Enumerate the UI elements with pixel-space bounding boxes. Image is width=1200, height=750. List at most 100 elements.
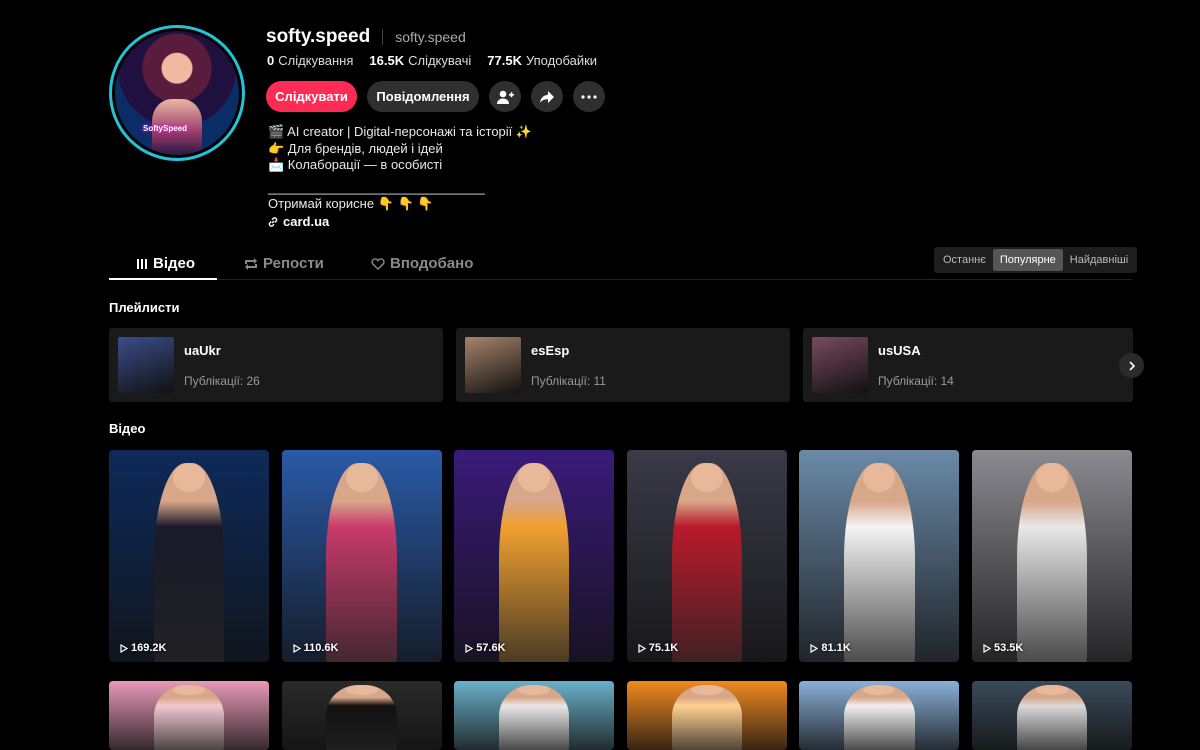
stat-label: Слідкування	[278, 53, 354, 68]
grid-icon	[137, 258, 147, 269]
playlist-count: Публікації: 14	[878, 374, 954, 388]
stat-value: 77.5K	[487, 53, 522, 68]
video-views-count: 53.5K	[994, 642, 1024, 654]
play-icon	[120, 643, 128, 653]
video-thumbnail[interactable]: 81.1K	[799, 450, 960, 662]
video-thumbnail[interactable]	[972, 681, 1132, 750]
playlist-card[interactable]: esEsp Публікації: 11	[456, 328, 790, 402]
video-thumbnail[interactable]: 169.2K	[109, 450, 269, 662]
bio-rule: ______________________________	[268, 179, 485, 195]
video-subject-face	[690, 462, 723, 493]
video-views-count: 110.6K	[303, 642, 339, 654]
bio-link-text: card.ua	[283, 214, 330, 229]
share-icon	[540, 90, 554, 103]
sort-toggle: Останнє Популярне Найдавніші	[934, 247, 1138, 273]
tab-liked[interactable]: Вподобано	[371, 255, 473, 272]
video-thumbnail[interactable]: 57.6K	[454, 450, 615, 662]
profile-avatar[interactable]: SoftySpeed	[109, 25, 245, 161]
video-subject	[498, 685, 570, 750]
video-views-count: 169.2K	[131, 642, 167, 654]
stat-following[interactable]: 0 Слідкування	[267, 53, 353, 68]
video-subject	[844, 685, 915, 750]
video-subject-face	[1036, 685, 1068, 695]
video-views-count: 75.1K	[648, 642, 679, 654]
stat-label: Уподобайки	[525, 53, 598, 68]
video-subject-face	[518, 685, 551, 695]
bio-cta: Отримай корисне 👇 👇 👇	[268, 196, 434, 212]
video-thumbnail[interactable]	[626, 681, 787, 750]
video-thumbnail[interactable]: 75.1K	[626, 450, 787, 662]
video-subject	[1016, 462, 1088, 662]
video-views-count: 81.1K	[821, 642, 851, 654]
sort-popular[interactable]: Популярне	[992, 249, 1063, 271]
playlist-name: esEsp	[531, 343, 570, 358]
add-friend-icon	[497, 90, 514, 104]
add-friend-button[interactable]	[489, 81, 521, 112]
tab-videos[interactable]: Відео	[136, 255, 195, 272]
stat-likes: 77.5K Уподобайки	[487, 53, 597, 68]
profile-stats: 0 Слідкування 16.5K Слідкувачі 77.5K Уподоб…	[267, 53, 597, 68]
play-icon	[983, 643, 991, 653]
play-icon	[465, 643, 474, 653]
video-views: 57.6K	[465, 642, 506, 654]
follow-button[interactable]: Слідкувати	[266, 81, 357, 112]
stat-followers[interactable]: 16.5K Слідкувачі	[369, 53, 471, 68]
playlist-card[interactable]: uaUkr Публікації: 26	[109, 328, 443, 402]
tab-label: Вподобано	[390, 255, 474, 272]
playlists-title: Плейлисти	[109, 300, 180, 315]
video-subject	[153, 685, 225, 750]
chevron-right-icon	[1128, 360, 1135, 371]
videos-title: Відео	[109, 421, 146, 436]
more-icon	[581, 94, 597, 99]
tab-reposts[interactable]: Репости	[244, 255, 324, 272]
video-views: 53.5K	[983, 642, 1023, 654]
video-views-count: 57.6K	[476, 642, 506, 654]
video-subject-face	[173, 462, 205, 493]
repost-icon	[245, 257, 257, 270]
stat-label: Слідкувачі	[408, 53, 472, 68]
avatar-label: SoftySpeed	[143, 124, 188, 133]
video-views: 81.1K	[810, 642, 851, 654]
bio-link[interactable]: card.ua	[267, 214, 329, 229]
play-icon	[638, 643, 646, 653]
more-button[interactable]	[573, 81, 605, 112]
bio-line: 👉 Для брендів, людей і ідей	[268, 140, 443, 156]
sort-oldest[interactable]: Найдавніші	[1063, 249, 1135, 271]
video-subject	[326, 462, 397, 662]
playlist-count: Публікації: 11	[531, 374, 606, 388]
video-subject	[498, 462, 570, 662]
video-thumbnail[interactable]	[799, 681, 960, 750]
bio-line: 📩 Колаборації — в особисті	[268, 157, 443, 173]
video-views: 75.1K	[638, 642, 678, 654]
stat-value: 16.5K	[369, 53, 405, 68]
video-subject-face	[1036, 462, 1068, 493]
playlist-thumbnail	[118, 337, 174, 393]
liked-icon	[371, 257, 385, 270]
sort-latest[interactable]: Останнє	[936, 249, 993, 271]
play-icon	[810, 643, 819, 653]
video-subject	[326, 685, 397, 750]
video-subject-face	[690, 685, 723, 695]
share-button[interactable]	[531, 81, 563, 112]
video-subject	[153, 462, 225, 662]
profile-name-row: softy.speed softy.speed	[266, 26, 466, 48]
playlist-card[interactable]: usUSA Публікації: 14	[803, 328, 1133, 402]
video-subject	[671, 685, 742, 750]
play-icon	[292, 643, 301, 653]
video-thumbnail[interactable]	[454, 681, 615, 750]
active-tab-indicator	[109, 278, 217, 280]
playlist-count: Публікації: 26	[184, 374, 260, 388]
playlist-thumbnail	[812, 337, 868, 393]
tab-label: Репости	[263, 255, 324, 272]
video-thumbnail[interactable]	[281, 681, 442, 750]
video-thumbnail[interactable]	[109, 681, 269, 750]
profile-username: softy.speed	[266, 26, 371, 47]
playlists-next-button[interactable]	[1119, 353, 1144, 378]
video-subject	[671, 462, 742, 662]
video-thumbnail[interactable]: 110.6K	[281, 450, 442, 662]
message-button[interactable]: Повідомлення	[367, 81, 479, 112]
video-thumbnail[interactable]: 53.5K	[972, 450, 1132, 662]
playlist-name: usUSA	[878, 343, 921, 358]
link-icon	[268, 216, 278, 227]
video-subject-face	[863, 685, 896, 695]
